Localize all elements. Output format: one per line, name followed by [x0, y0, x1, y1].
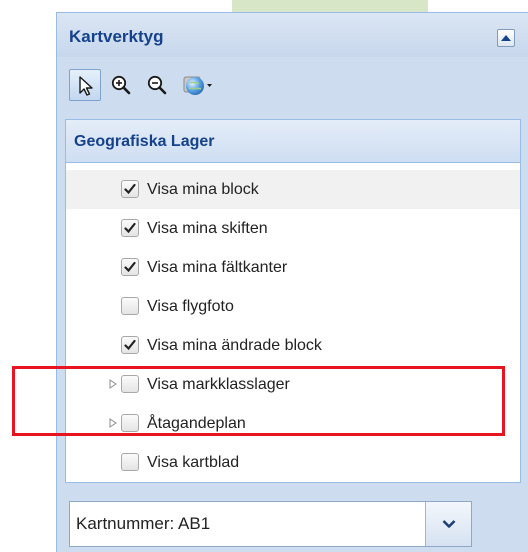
layer-checkbox[interactable]	[121, 258, 139, 276]
layer-label: Visa mina block	[147, 181, 259, 198]
panel-header: Kartverktyg	[57, 13, 528, 57]
caret-up-icon	[501, 35, 511, 41]
layer-item[interactable]: Visa mina ändrade block	[66, 326, 520, 365]
zoom-out-icon	[147, 75, 167, 95]
layers-title: Geografiska Lager	[74, 133, 215, 150]
zoom-in-icon	[111, 75, 131, 95]
layer-label: Visa flygfoto	[147, 298, 234, 315]
layers-header: Geografiska Lager	[66, 120, 520, 163]
zoom-out-button[interactable]	[141, 69, 173, 101]
layer-checkbox[interactable]	[121, 219, 139, 237]
map-tools-panel: Kartverktyg Geografiska Lager Visa mina …	[56, 12, 528, 552]
layer-label: Visa kartblad	[147, 454, 240, 471]
map-sheet-select-value: Kartnummer: AB1	[76, 514, 211, 533]
highlight-annotation	[12, 366, 505, 436]
layer-item[interactable]: Visa flygfoto	[66, 287, 520, 326]
layer-checkbox[interactable]	[121, 180, 139, 198]
layer-item[interactable]: Visa mina fältkanter	[66, 248, 520, 287]
layer-item[interactable]: Visa mina block	[66, 170, 520, 209]
map-toolbar	[65, 67, 521, 109]
globe-dropdown-icon	[183, 76, 212, 95]
checkmark-icon	[124, 261, 136, 273]
zoom-in-button[interactable]	[105, 69, 137, 101]
layer-checkbox[interactable]	[121, 336, 139, 354]
select-trigger-button[interactable]	[425, 502, 471, 546]
layer-label: Visa mina fältkanter	[147, 259, 288, 276]
layer-item[interactable]: Visa mina skiften	[66, 209, 520, 248]
layer-item[interactable]: Visa kartblad	[66, 443, 520, 482]
checkmark-icon	[124, 222, 136, 234]
chevron-down-icon	[442, 520, 456, 528]
pointer-tool-button[interactable]	[69, 69, 101, 101]
layer-checkbox[interactable]	[121, 453, 139, 471]
panel-title: Kartverktyg	[69, 27, 164, 46]
pointer-icon	[79, 76, 93, 96]
checkmark-icon	[124, 183, 136, 195]
layer-checkbox[interactable]	[121, 297, 139, 315]
collapse-button[interactable]	[497, 29, 515, 47]
layer-label: Visa mina ändrade block	[147, 337, 322, 354]
map-layer-dropdown-button[interactable]	[177, 69, 217, 101]
map-sheet-select[interactable]: Kartnummer: AB1	[69, 501, 472, 547]
checkmark-icon	[124, 339, 136, 351]
layer-label: Visa mina skiften	[147, 220, 268, 237]
